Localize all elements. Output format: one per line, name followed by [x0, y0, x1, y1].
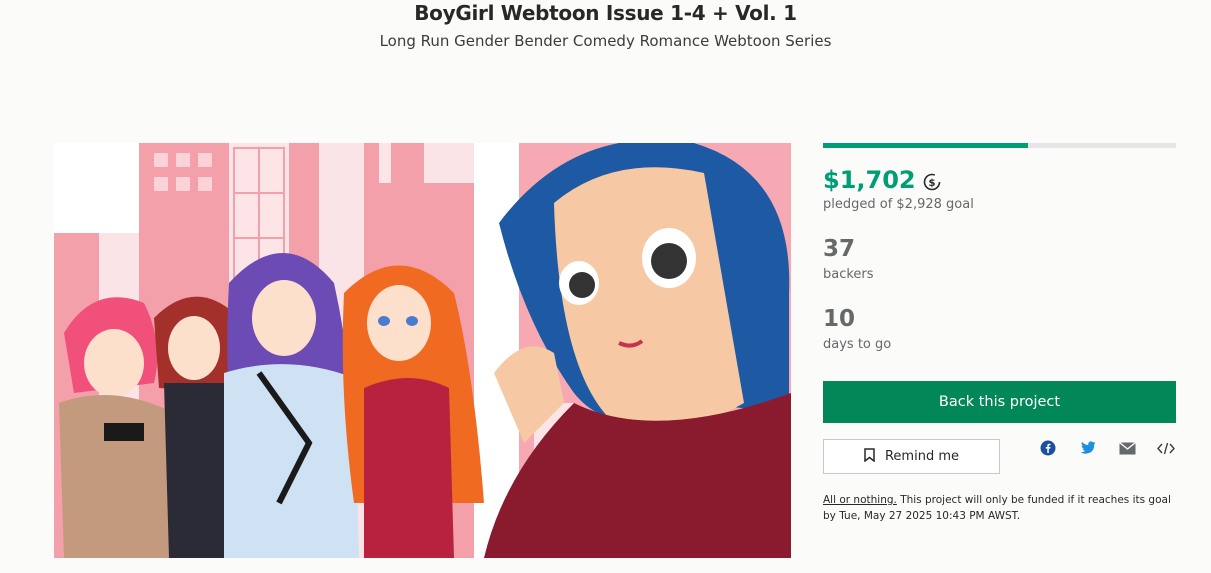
- funding-progress-bar: [823, 143, 1176, 148]
- bookmark-icon: [864, 447, 875, 466]
- twitter-icon[interactable]: [1079, 439, 1097, 457]
- backers-label: backers: [823, 267, 874, 282]
- pledged-amount-row: $1,702 $: [823, 166, 942, 194]
- embed-icon[interactable]: [1157, 439, 1175, 457]
- back-this-project-button[interactable]: Back this project: [823, 381, 1176, 423]
- hero-illustration: [54, 143, 791, 558]
- funding-terms: All or nothing. This project will only b…: [823, 492, 1183, 524]
- days-to-go-label: days to go: [823, 337, 892, 352]
- facebook-icon[interactable]: [1039, 439, 1057, 457]
- days-to-go-count: 10: [823, 306, 856, 332]
- pledged-amount: $1,702: [823, 166, 916, 194]
- page-title: BoyGirl Webtoon Issue 1-4 + Vol. 1: [414, 1, 797, 25]
- currency-conversion-icon[interactable]: $: [922, 170, 942, 191]
- funding-progress-fill: [823, 143, 1029, 148]
- remind-me-label: Remind me: [884, 449, 959, 464]
- project-hero-image[interactable]: [54, 143, 791, 558]
- pledged-goal-label: pledged of $2,928 goal: [823, 197, 974, 212]
- backers-count: 37: [823, 236, 856, 262]
- all-or-nothing-link[interactable]: All or nothing.: [823, 494, 897, 506]
- page-subtitle: Long Run Gender Bender Comedy Romance We…: [379, 32, 832, 50]
- svg-text:$: $: [928, 178, 935, 189]
- email-icon[interactable]: [1118, 439, 1136, 457]
- remind-me-button[interactable]: Remind me: [823, 439, 1000, 474]
